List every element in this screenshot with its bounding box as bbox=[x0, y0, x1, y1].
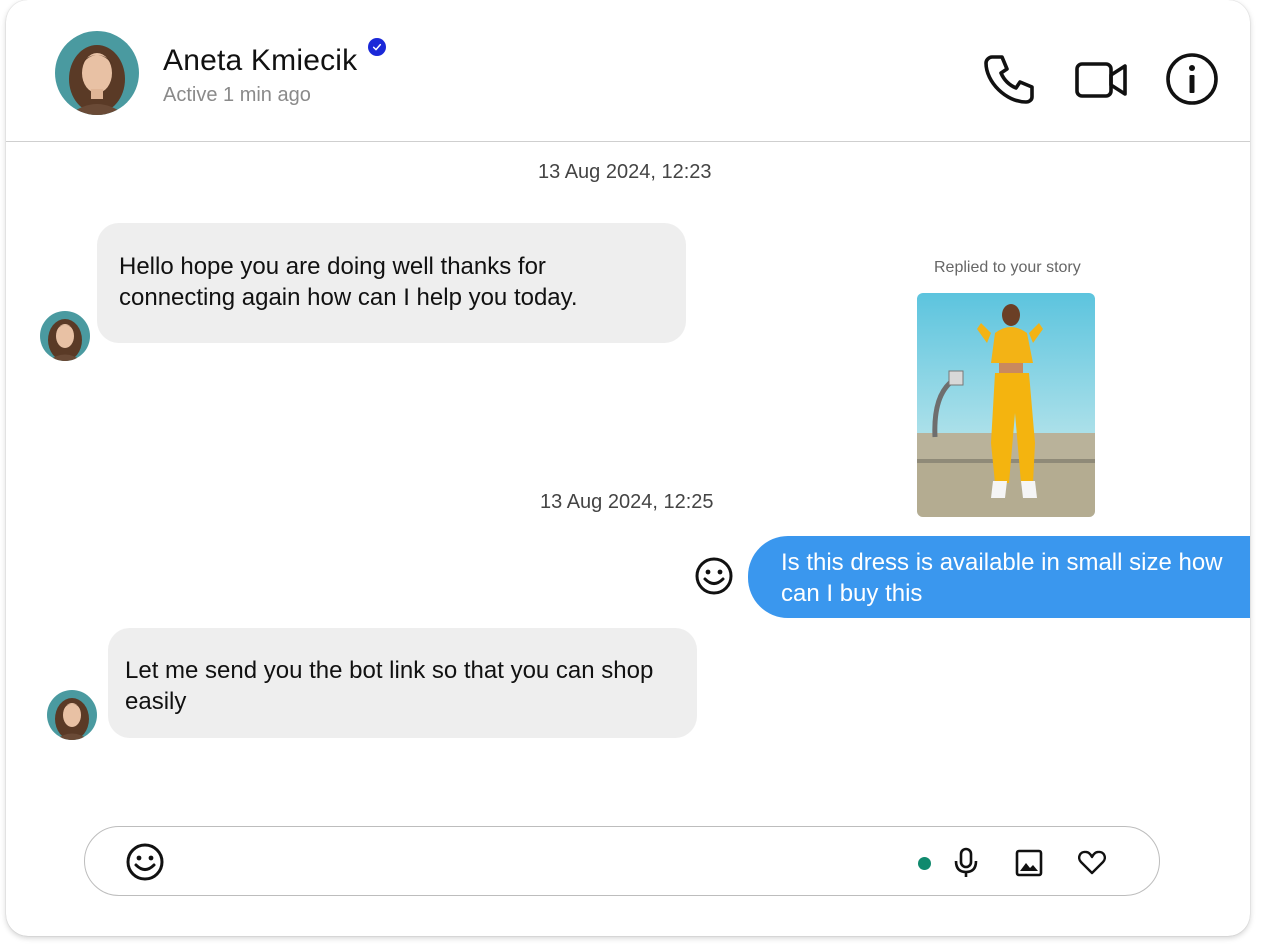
message-text: Let me send you the bot link so that you… bbox=[125, 657, 654, 715]
phone-icon[interactable] bbox=[982, 50, 1038, 106]
story-image[interactable] bbox=[917, 293, 1095, 517]
contact-status: Active 1 min ago bbox=[163, 84, 311, 106]
sender-avatar[interactable] bbox=[47, 690, 97, 740]
image-icon[interactable] bbox=[1015, 849, 1043, 877]
verified-badge-icon bbox=[368, 38, 386, 56]
chat-window: Aneta Kmiecik Active 1 min ago 13 Aug 20… bbox=[6, 0, 1250, 936]
incoming-message[interactable]: Hello hope you are doing well thanks for… bbox=[97, 223, 686, 343]
heart-icon[interactable] bbox=[1078, 849, 1106, 875]
story-reply-label: Replied to your story bbox=[934, 259, 1081, 276]
status-dot-icon bbox=[918, 857, 931, 870]
message-input[interactable] bbox=[185, 841, 909, 883]
message-timestamp: 13 Aug 2024, 12:25 bbox=[540, 491, 714, 513]
emoji-icon[interactable] bbox=[125, 842, 165, 882]
contact-name: Aneta Kmiecik bbox=[163, 44, 358, 77]
message-text: Hello hope you are doing well thanks for… bbox=[119, 253, 578, 311]
sender-avatar[interactable] bbox=[40, 311, 90, 361]
message-composer bbox=[84, 826, 1160, 896]
info-icon[interactable] bbox=[1164, 51, 1220, 107]
message-timestamp: 13 Aug 2024, 12:23 bbox=[538, 161, 712, 183]
smiley-react-icon[interactable] bbox=[694, 556, 734, 596]
contact-avatar[interactable] bbox=[55, 31, 139, 115]
chat-header: Aneta Kmiecik Active 1 min ago bbox=[6, 0, 1250, 142]
incoming-message[interactable]: Let me send you the bot link so that you… bbox=[108, 628, 697, 738]
message-text: Is this dress is available in small size… bbox=[781, 549, 1223, 607]
microphone-icon[interactable] bbox=[953, 847, 979, 879]
video-camera-icon[interactable] bbox=[1073, 52, 1129, 108]
outgoing-message[interactable]: Is this dress is available in small size… bbox=[748, 536, 1250, 618]
